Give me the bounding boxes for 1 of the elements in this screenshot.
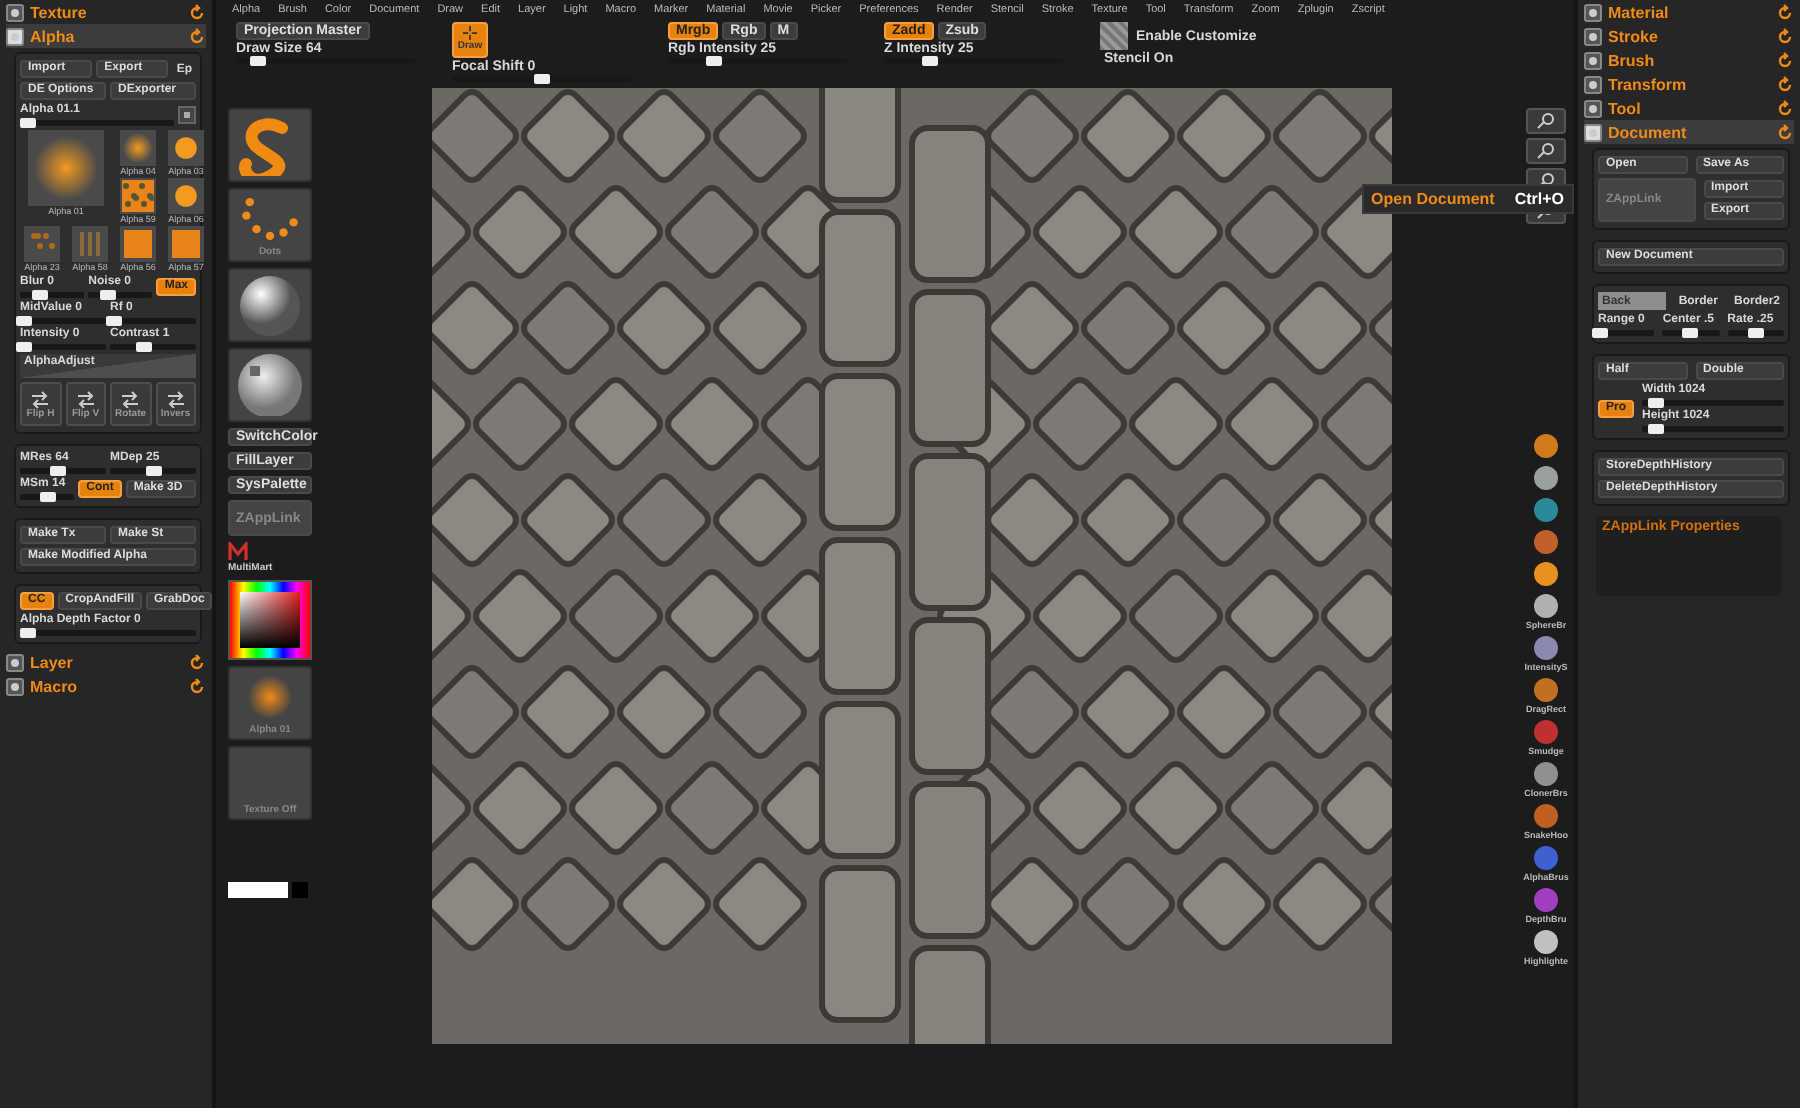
open-document-tooltip: Open Document Ctrl+O [1361, 184, 1574, 214]
